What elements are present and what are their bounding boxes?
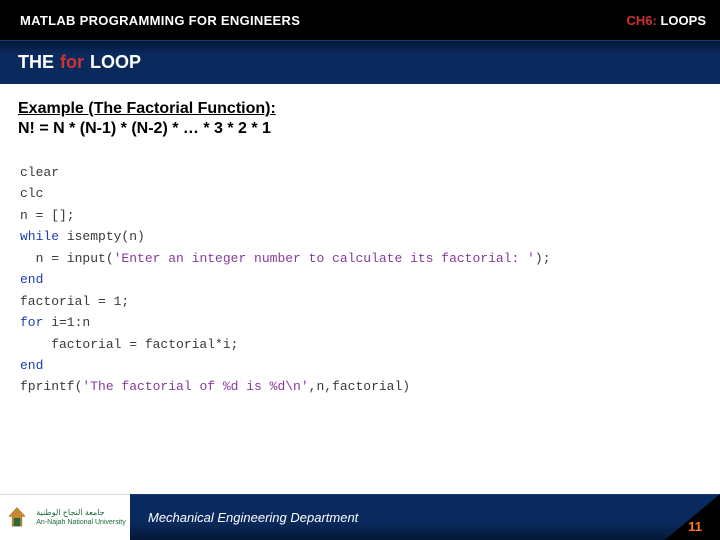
code-line: ,n,factorial) [309,379,410,394]
content-area: Example (The Factorial Function): N! = N… [0,84,720,398]
code-string: 'The factorial of %d is %d\n' [82,379,308,394]
page-number: 11 [688,519,720,534]
code-block: clear clc n = []; while isempty(n) n = i… [18,162,702,398]
code-line: clear [20,165,59,180]
title-for: for [60,52,84,73]
formula: N! = N * (N-1) * (N-2) * … * 3 * 2 * 1 [18,120,702,138]
chapter-suffix: LOOPS [660,13,706,28]
example-heading: Example (The Factorial Function): [18,100,702,118]
logo-text: جامعة النجاح الوطنية An-Najah National U… [36,509,125,526]
code-line: ); [535,251,551,266]
code-keyword: end [20,358,43,373]
code-line: i=1:n [43,315,90,330]
footer-department: Mechanical Engineering Department [148,510,358,525]
code-line: n = []; [20,208,75,223]
code-keyword: for [20,315,43,330]
code-line: clc [20,186,43,201]
code-line: fprintf( [20,379,82,394]
header-title: MATLAB PROGRAMMING FOR ENGINEERS [20,13,300,28]
subheader-bar: THE for LOOP [0,40,720,84]
code-keyword: end [20,272,43,287]
code-line: factorial = factorial*i; [20,337,238,352]
university-logo-icon [4,505,30,531]
header-bar: MATLAB PROGRAMMING FOR ENGINEERS CH6: LO… [0,0,720,40]
code-line: factorial = 1; [20,294,129,309]
chapter-prefix: CH6: [627,13,657,28]
code-keyword: while [20,229,59,244]
title-loop: LOOP [90,52,141,73]
footer-logo-area: جامعة النجاح الوطنية An-Najah National U… [0,494,130,540]
code-line: isempty(n) [59,229,145,244]
code-line: n = input( [20,251,114,266]
footer: جامعة النجاح الوطنية An-Najah National U… [0,494,720,540]
logo-english: An-Najah National University [36,519,125,526]
title-the: THE [18,52,54,73]
header-chapter: CH6: LOOPS [627,13,706,28]
code-string: 'Enter an integer number to calculate it… [114,251,535,266]
footer-bar: Mechanical Engineering Department 11 [130,494,720,540]
logo-arabic: جامعة النجاح الوطنية [36,509,104,517]
